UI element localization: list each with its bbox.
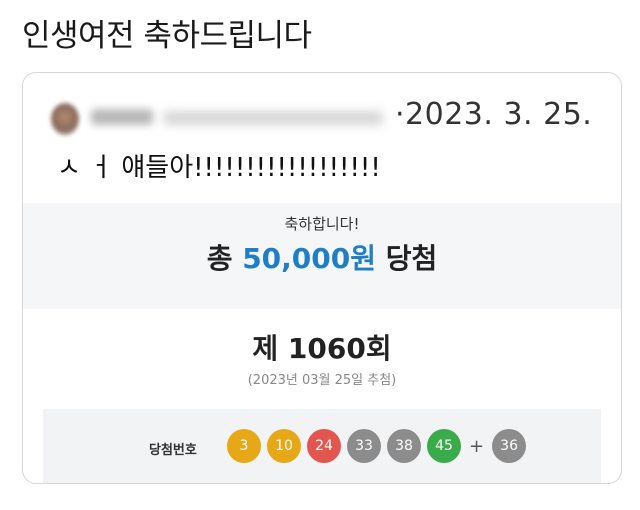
number-ball: 33 [347,429,381,463]
number-ball: 38 [387,429,421,463]
winning-numbers: 3 10 24 33 38 45 + 36 [227,429,532,463]
number-ball: 24 [307,429,341,463]
prize-suffix: 당첨 [385,242,438,275]
prize-prefix: 총 [206,242,233,275]
blurred-handle [163,111,383,125]
number-ball: 45 [427,429,461,463]
post-card: ·2023. 3. 25. ㅅ ㅓ 얘들아!!!!!!!!!!!!!!!!!! … [22,72,622,484]
congrats-text: 축하합니다! [284,215,360,233]
winning-numbers-box: 당첨번호 3 10 24 33 38 45 + 36 [43,409,601,483]
post-body: ㅅ ㅓ 얘들아!!!!!!!!!!!!!!!!!! [57,153,381,183]
blurred-username [91,109,153,125]
bonus-ball: 36 [492,429,527,463]
post-header: ·2023. 3. 25. ㅅ ㅓ 얘들아!!!!!!!!!!!!!!!!!! [23,73,621,203]
plus-sign: + [469,435,485,457]
round-title: 제 1060회 [252,332,392,365]
post-date: ·2023. 3. 25. [395,97,593,132]
number-ball: 3 [227,429,261,463]
winning-numbers-label: 당첨번호 [149,443,197,458]
avatar[interactable] [51,103,79,135]
number-ball: 10 [267,429,301,463]
prize-amount: 50,000원 [242,242,377,275]
headline: 인생여전 축하드립니다 [22,18,312,54]
draw-date: (2023년 03월 25일 추첨) [247,373,397,388]
prize-line: 총 50,000원 당첨 [23,237,621,277]
